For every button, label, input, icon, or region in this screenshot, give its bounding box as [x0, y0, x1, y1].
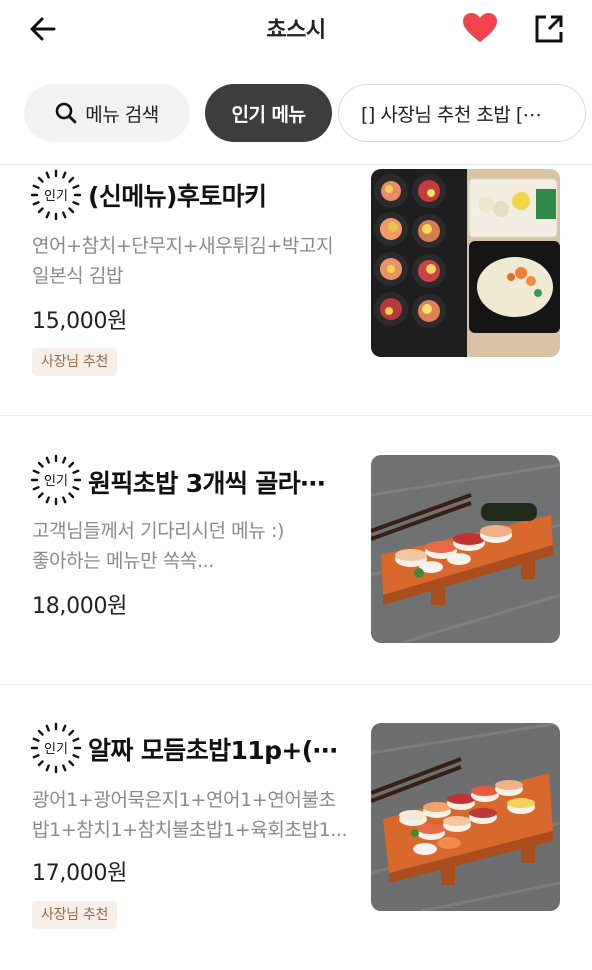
item-description-line: 좋아하는 메뉴만 쏙쏙... [32, 550, 214, 572]
owner-pick-chip[interactable]: [] 사장님 추천 초밥 [⋯ [338, 84, 586, 142]
share-button[interactable] [530, 10, 568, 48]
item-name: 알짜 모듬초밥11p+(⋯ [88, 736, 338, 765]
menu-search-chip[interactable]: 메뉴 검색 [24, 84, 190, 142]
heart-icon [463, 13, 497, 42]
svg-text:인기: 인기 [44, 742, 68, 757]
menu-item[interactable]: 인기 알짜 모듬초밥11p+(⋯ 광어1+광어묵은지1+연어1+연어불초 밥1+… [0, 685, 592, 970]
sushi-board-photo [371, 455, 560, 643]
search-icon [55, 102, 77, 124]
top-bar: 쵸스시 [0, 0, 592, 62]
futomaki-photo [371, 169, 560, 357]
item-description-line: 고객님들께서 기다리시던 메뉴 :) [32, 520, 284, 542]
item-description-line: 연어+참치+단무지+새우튀김+박고지 [32, 235, 334, 257]
owner-pick-tag: 사장님 추천 [32, 901, 118, 929]
item-price: 18,000원 [32, 594, 128, 619]
item-description: 광어1+광어묵은지1+연어1+연어불초 밥1+참치1+참치불초밥1+육회초밥1.… [32, 785, 354, 845]
menu-filter-bar: 메뉴 검색 인기 메뉴 [] 사장님 추천 초밥 [⋯ [0, 84, 592, 144]
owner-pick-label: [] 사장님 추천 초밥 [⋯ [361, 103, 542, 126]
item-price: 15,000원 [32, 309, 128, 334]
item-description-line: 일본식 김밥 [32, 265, 124, 287]
page-title: 쵸스시 [266, 18, 326, 43]
assorted-sushi-photo [371, 723, 560, 911]
svg-text:인기: 인기 [44, 189, 68, 204]
item-description-line: 밥1+참치1+참치불초밥1+육회초밥1... [32, 819, 348, 841]
menu-search-label: 메뉴 검색 [85, 103, 159, 126]
item-description-line: 광어1+광어묵은지1+연어1+연어불초 [32, 789, 336, 811]
item-name: 원픽초밥 3개씩 골라⋯ [88, 469, 325, 498]
owner-pick-tag: 사장님 추천 [32, 348, 118, 376]
menu-item[interactable]: 인기 원픽초밥 3개씩 골라⋯ 고객님들께서 기다리시던 메뉴 :) 좋아하는 … [0, 416, 592, 684]
popular-menu-label: 인기 메뉴 [231, 103, 306, 126]
item-price: 17,000원 [32, 861, 128, 886]
popular-badge-icon: 인기 [30, 722, 82, 774]
popular-badge-icon: 인기 [30, 169, 82, 221]
favorite-button[interactable] [460, 10, 500, 46]
item-name: (신메뉴)후토마키 [88, 182, 267, 211]
item-description: 고객님들께서 기다리시던 메뉴 :) 좋아하는 메뉴만 쏙쏙... [32, 516, 354, 576]
popular-badge-icon: 인기 [30, 454, 82, 506]
popular-menu-chip[interactable]: 인기 메뉴 [205, 84, 332, 142]
menu-item[interactable]: 인기 (신메뉴)후토마키 연어+참치+단무지+새우튀김+박고지 일본식 김밥 1… [0, 165, 592, 415]
item-description: 연어+참치+단무지+새우튀김+박고지 일본식 김밥 [32, 231, 354, 291]
svg-text:인기: 인기 [44, 474, 68, 489]
share-external-icon [535, 15, 563, 43]
